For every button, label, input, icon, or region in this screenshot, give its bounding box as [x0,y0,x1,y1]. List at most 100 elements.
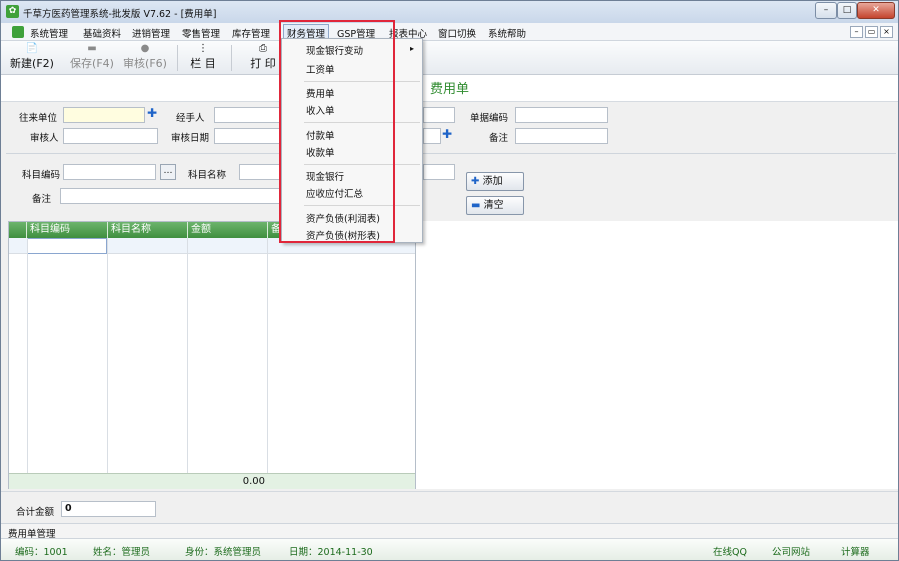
note-field[interactable] [60,188,284,204]
handler-field[interactable] [214,107,284,123]
subject-name-field-tail[interactable] [423,164,455,180]
save-icon: ▬ [87,43,97,54]
menu-item-cash-bank-change[interactable]: 现金银行变动 [306,43,363,57]
new-button[interactable]: 📄 新建(F2) [7,42,57,74]
menu-window-switch[interactable]: 窗口切换 [438,26,476,40]
toolbar-divider [177,45,178,71]
menu-item-income[interactable]: 收入单 [306,103,335,117]
app-leaf-icon: ✿ [6,5,19,18]
menu-purchase-sales[interactable]: 进销管理 [132,26,170,40]
menu-item-salary[interactable]: 工资单 [306,62,335,76]
menu-item-balance-profit[interactable]: 资产负债(利润表) [306,211,380,225]
handler-field-tail[interactable] [423,107,455,123]
reviewer-field[interactable] [63,128,158,144]
print-button[interactable]: ⎙ 打 印 [245,42,281,74]
printer-icon: ⎙ [259,43,267,54]
menu-divider [304,205,420,206]
add-button[interactable]: ✚ 添加 [466,172,524,191]
window-title: 千草方医药管理系统-批发版 V7.62 - [费用单] [23,9,217,20]
user-status-bar: 编码：1001 姓名：管理员 身份：系统管理员 日期：2014-11-30 在线… [1,538,898,560]
columns-button[interactable]: ⋮ 栏 目 [185,42,221,74]
maximize-button[interactable]: □ [837,2,857,19]
menu-item-payment[interactable]: 付款单 [306,128,335,142]
source-code-field[interactable] [515,107,608,123]
total-label: 合计金额 [16,507,55,518]
close-button[interactable]: ✕ [857,2,895,19]
menu-item-balance-tree[interactable]: 资产负债(树形表) [306,228,380,242]
menu-retail[interactable]: 零售管理 [182,26,220,40]
title-bar: ✿ 千草方医药管理系统-批发版 V7.62 - [费用单] – □ ✕ [1,1,898,23]
subject-code-label: 科目编码 [22,170,61,181]
finance-dropdown-menu: 现金银行变动 ▸ 工资单 费用单 收入单 付款单 收款单 现金银行 应收应付汇总… [281,38,423,243]
add-partner-icon[interactable]: ✚ [147,106,157,120]
column-header-amount[interactable]: 金额 [188,222,268,238]
minus-icon: ▬ [471,200,481,211]
clear-button-label: 清空 [483,200,504,211]
subject-code-field[interactable] [63,164,156,180]
row-header-cell [9,222,27,238]
column-divider [27,238,28,473]
partner-field[interactable] [63,107,145,123]
subject-lookup-button[interactable]: … [160,164,176,180]
menu-system[interactable]: 系统管理 [30,26,68,40]
summary-bar: 合计金额 0 [1,491,898,523]
toolbar: 📄 新建(F2) ▬ 保存(F4) ● 审核(F6) ⋮ 栏 目 ⎙ 打 印 [1,41,898,75]
menu-item-receivable-payable-summary[interactable]: 应收应付汇总 [306,186,363,200]
amount-total: 0.00 [242,476,265,487]
company-website-link[interactable]: 公司网站 [772,544,810,558]
review-date-label: 审核日期 [171,133,210,144]
toolbar-divider [231,45,232,71]
mdi-restore-icon[interactable]: ▭ [865,26,878,38]
clear-button[interactable]: ▬ 清空 [466,196,524,215]
menu-inventory[interactable]: 库存管理 [232,26,270,40]
column-divider [187,238,188,473]
handler-label: 经手人 [176,113,205,124]
remark-label: 备注 [489,133,509,144]
subject-name-label: 科目名称 [188,170,227,181]
columns-icon: ⋮ [198,43,208,54]
app-menu-icon[interactable] [12,26,24,38]
menu-item-cash-bank[interactable]: 现金银行 [306,169,344,183]
calculator-link[interactable]: 计算器 [841,544,870,558]
table-total-row: 0.00 [9,473,415,489]
audit-button-label: 审核(F6) [123,57,167,70]
mdi-minimize-icon[interactable]: – [850,26,863,38]
subject-name-field[interactable] [239,164,284,180]
menu-divider [304,122,420,123]
detail-table: 科目编码 科目名称 金额 备 0.00 [8,221,416,489]
column-divider [267,238,268,473]
module-status-bar: 费用单管理 [1,523,898,540]
columns-button-label: 栏 目 [190,57,216,70]
column-divider [107,238,108,473]
plus-icon: ✚ [471,176,480,187]
menu-item-expense[interactable]: 费用单 [306,86,335,100]
section-divider [6,153,896,154]
save-button-label: 保存(F4) [70,57,114,70]
app-window: ✿ 千草方医药管理系统-批发版 V7.62 - [费用单] – □ ✕ 系统管理… [0,0,899,561]
detail-pane [416,221,898,489]
note-label: 备注 [32,194,52,205]
login-date: 日期：2014-11-30 [289,547,373,558]
submenu-arrow-icon: ▸ [410,44,415,53]
total-value: 0 [61,501,156,517]
review-date-field[interactable] [214,128,284,144]
remark-field[interactable] [515,128,608,144]
review-date-tail[interactable] [423,128,441,144]
column-header-subject-code[interactable]: 科目编码 [27,222,108,238]
active-cell[interactable] [27,238,107,254]
audit-button[interactable]: ● 审核(F6) [120,42,170,74]
menu-help[interactable]: 系统帮助 [488,26,526,40]
menu-basic-data[interactable]: 基础资料 [83,26,121,40]
minimize-button[interactable]: – [815,2,837,19]
page-title: 费用单 [430,82,470,97]
online-qq-link[interactable]: 在线QQ [713,544,747,558]
menu-item-receipt[interactable]: 收款单 [306,145,335,159]
audit-icon: ● [140,43,150,54]
add-handler-icon[interactable]: ✚ [442,127,452,141]
new-document-icon: 📄 [25,43,39,54]
source-code-label: 单据编码 [470,113,509,124]
save-button[interactable]: ▬ 保存(F4) [67,42,117,74]
column-header-subject-name[interactable]: 科目名称 [108,222,188,238]
add-button-label: 添加 [482,176,503,187]
mdi-close-icon[interactable]: × [880,26,893,38]
